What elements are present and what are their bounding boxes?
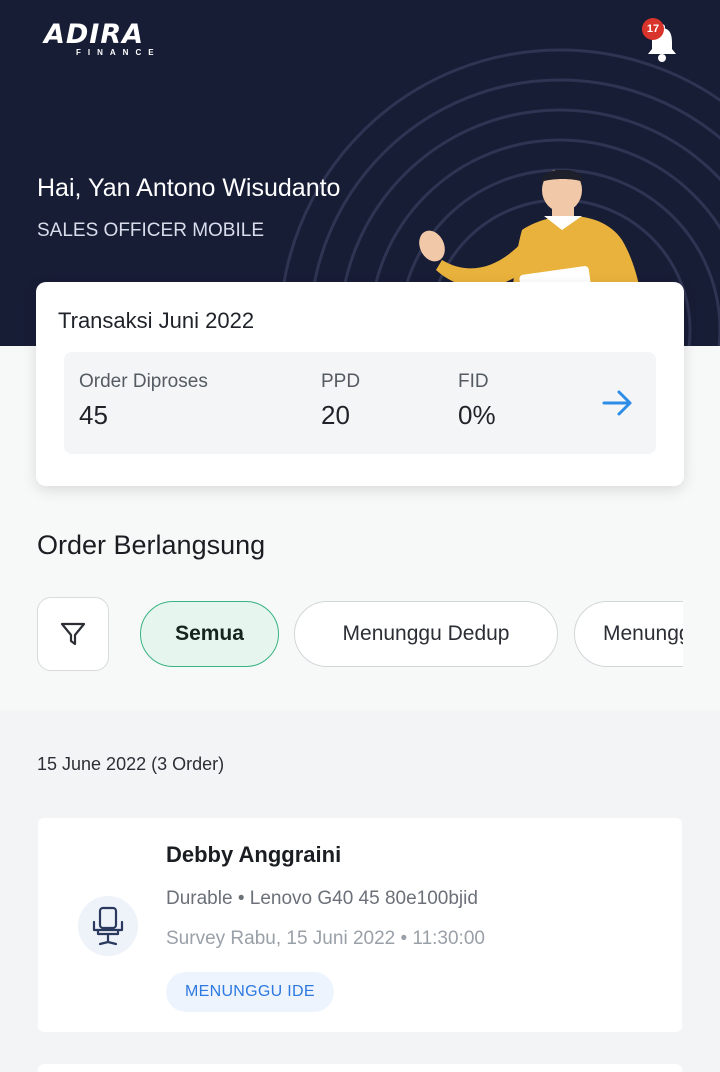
filter-icon xyxy=(60,622,86,646)
order-date-header: 15 June 2022 (3 Order) xyxy=(37,754,225,774)
order-status-badge: MENUNGGU IDE xyxy=(166,972,334,1012)
user-role: SALES OFFICER MOBILE xyxy=(37,220,264,241)
office-chair-icon xyxy=(78,896,138,956)
order-card[interactable]: Debby Anggraini Durable • Lenovo G40 45 … xyxy=(38,818,682,1032)
notification-badge: 17 xyxy=(642,18,664,40)
order-card-next[interactable] xyxy=(38,1064,682,1072)
order-customer-name: Debby Anggraini xyxy=(166,842,342,867)
chip-menunggu-dedup[interactable]: Menunggu Dedup xyxy=(294,601,558,667)
chip-menunggu-survey[interactable]: Menunggu Survey xyxy=(574,601,683,667)
stat-label: Order Diproses xyxy=(79,371,208,392)
filter-button[interactable] xyxy=(37,597,109,671)
stat-value: 0% xyxy=(458,400,496,430)
stat-label: FID xyxy=(458,371,489,392)
section-title-order-berlangsung: Order Berlangsung xyxy=(37,530,266,560)
arrow-right-icon[interactable] xyxy=(600,386,636,420)
adira-finance-logo: ADIRA FINANCE xyxy=(44,19,194,62)
stat-label: PPD xyxy=(321,371,361,392)
chip-semua[interactable]: Semua xyxy=(140,601,279,667)
logo-text: ADIRA xyxy=(44,19,145,50)
stat-value: 45 xyxy=(79,400,108,430)
greeting-text: Hai, Yan Antono Wisudanto xyxy=(37,174,341,202)
logo-subtext: FINANCE xyxy=(76,48,161,57)
stat-value: 20 xyxy=(321,400,350,430)
stat-fid: FID 0% xyxy=(458,370,496,432)
stat-ppd: PPD 20 xyxy=(321,370,360,432)
transaction-summary-card: Transaksi Juni 2022 Order Diproses 45 PP… xyxy=(36,282,684,486)
notification-button[interactable]: 17 xyxy=(642,18,682,62)
transaction-stats: Order Diproses 45 PPD 20 FID 0% xyxy=(64,352,656,454)
order-survey-schedule: Survey Rabu, 15 Juni 2022 • 11:30:00 xyxy=(166,928,485,949)
filter-chips: Semua Menunggu Dedup Menunggu Survey xyxy=(140,601,683,669)
transaction-title: Transaksi Juni 2022 xyxy=(58,308,255,333)
order-product: Durable • Lenovo G40 45 80e100bjid xyxy=(166,888,478,909)
stat-order-diproses: Order Diproses 45 xyxy=(79,370,208,432)
